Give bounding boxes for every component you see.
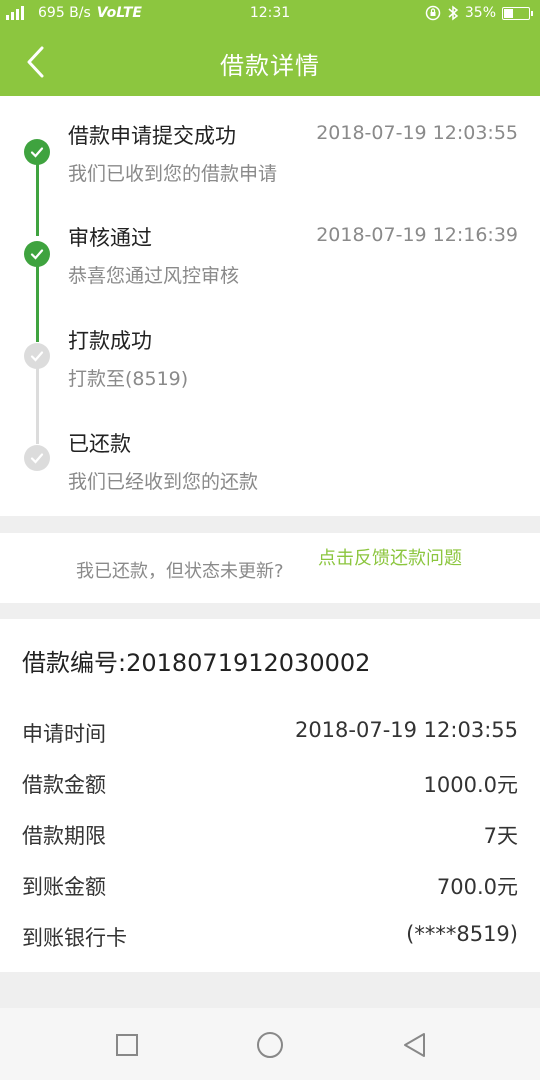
detail-label: 到账金额	[22, 875, 106, 899]
check-icon	[24, 343, 50, 369]
step-subtitle: 恭喜您通过风控审核	[68, 265, 240, 287]
detail-value: (****8519)	[406, 922, 518, 946]
detail-label: 申请时间	[22, 722, 106, 746]
detail-row: 申请时间 2018-07-19 12:03:55	[0, 718, 540, 758]
timeline-step: 借款申请提交成功 2018-07-19 12:03:55 我们已收到您的借款申请	[0, 96, 540, 196]
timeline-step: 审核通过 2018-07-19 12:16:39 恭喜您通过风控审核	[0, 199, 540, 299]
check-icon	[24, 445, 50, 471]
step-time: 2018-07-19 12:16:39	[316, 224, 518, 246]
loan-details: 借款编号:2018071912030002 申请时间 2018-07-19 12…	[0, 619, 540, 972]
detail-label: 到账银行卡	[22, 926, 127, 950]
nav-bar: 借款详情	[0, 28, 540, 96]
battery-percent: 35%	[464, 5, 496, 21]
step-subtitle: 我们已收到您的借款申请	[68, 163, 278, 185]
step-title: 借款申请提交成功	[68, 124, 236, 148]
loan-progress-timeline: 借款申请提交成功 2018-07-19 12:03:55 我们已收到您的借款申请…	[0, 96, 540, 516]
detail-value: 700.0元	[436, 875, 518, 899]
battery-icon	[502, 6, 533, 20]
status-right: 35%	[425, 5, 533, 21]
detail-value: 7天	[483, 824, 518, 848]
feedback-link[interactable]: 点击反馈还款问题	[318, 547, 468, 570]
status-bar: 695 B/s VoLTE 12:31 35%	[0, 0, 540, 28]
step-subtitle: 我们已经收到您的还款	[68, 471, 259, 493]
detail-row: 到账银行卡 (****8519)	[0, 922, 540, 962]
detail-row: 借款期限 7天	[0, 820, 540, 860]
detail-value: 1000.0元	[423, 773, 518, 797]
bluetooth-icon	[448, 5, 459, 21]
detail-value: 2018-07-19 12:03:55	[294, 718, 518, 742]
home-icon[interactable]	[255, 1030, 285, 1060]
timeline-step: 已还款 我们已经收到您的还款	[0, 405, 540, 505]
detail-row: 借款金额 1000.0元	[0, 769, 540, 809]
check-icon	[24, 241, 50, 267]
detail-label: 借款期限	[22, 824, 106, 848]
step-time: 2018-07-19 12:03:55	[316, 122, 518, 144]
detail-label: 借款金额	[22, 773, 106, 797]
page-title: 借款详情	[220, 52, 320, 80]
loan-number: 借款编号:2018071912030002	[22, 649, 371, 677]
feedback-question: 我已还款，但状态未更新?	[76, 561, 284, 582]
step-subtitle: 打款至(8519)	[68, 368, 189, 390]
step-title: 打款成功	[68, 329, 152, 353]
detail-row: 到账金额 700.0元	[0, 871, 540, 911]
back-icon[interactable]	[400, 1030, 430, 1060]
check-icon	[24, 139, 50, 165]
step-title: 审核通过	[68, 226, 152, 250]
repayment-feedback: 我已还款，但状态未更新? 点击反馈还款问题	[0, 533, 540, 603]
battery-fill	[504, 8, 514, 18]
step-title: 已还款	[68, 432, 131, 456]
timeline-step: 打款成功 打款至(8519)	[0, 302, 540, 402]
recent-apps-icon[interactable]	[112, 1030, 142, 1060]
system-nav-bar	[0, 1008, 540, 1080]
rotation-lock-icon	[425, 5, 441, 21]
